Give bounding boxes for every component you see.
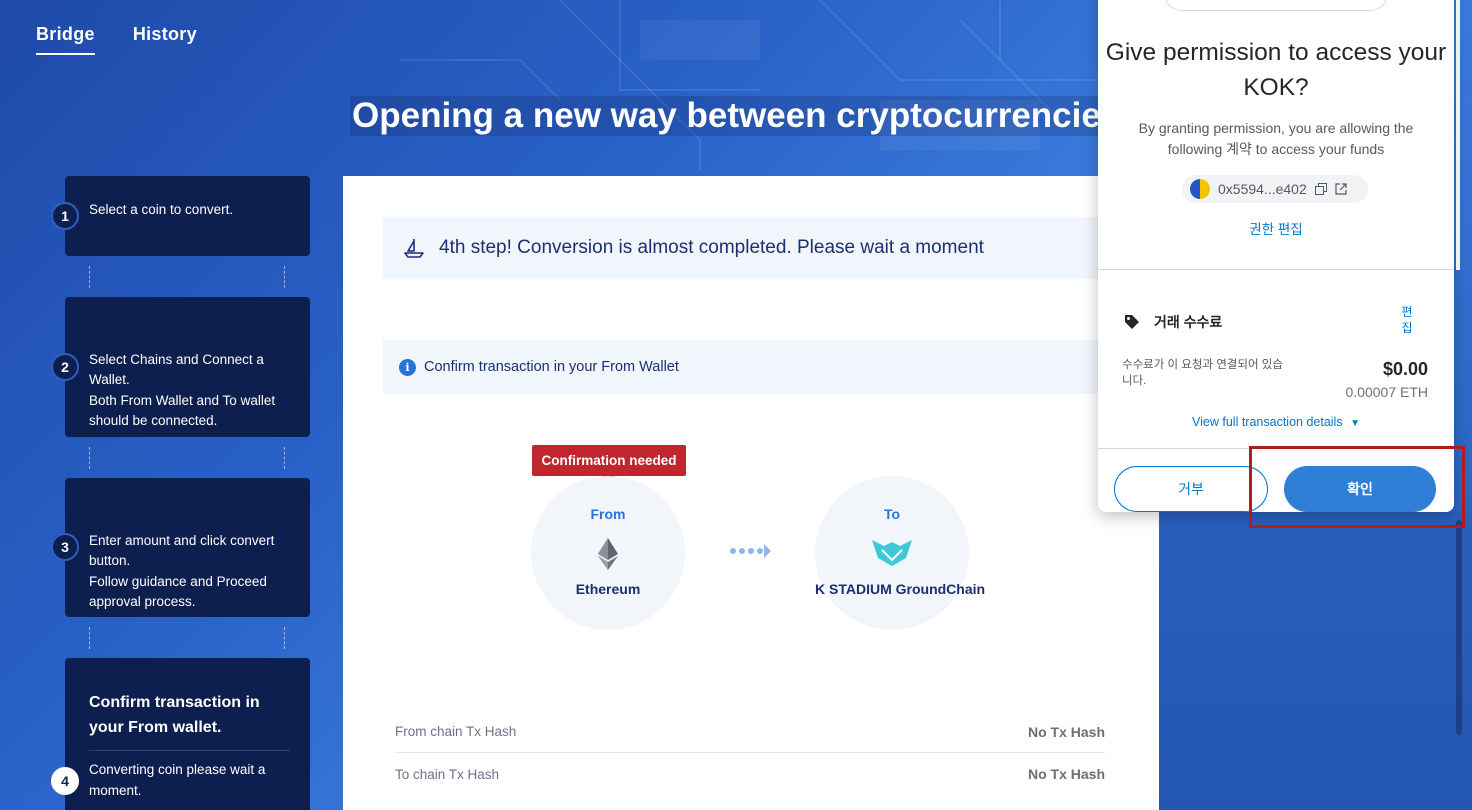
copy-icon[interactable] bbox=[1314, 183, 1327, 195]
from-label: From bbox=[590, 506, 626, 522]
edit-permission-link[interactable]: 권한 편집 bbox=[1098, 218, 1454, 238]
step-1-text: Select a coin to convert. bbox=[89, 202, 234, 217]
site-origin-pill bbox=[1164, 0, 1388, 11]
step-2-card: Select Chains and Connect a Wallet. Both… bbox=[65, 297, 310, 437]
step-3-number: 3 bbox=[51, 533, 79, 561]
step-4-card: Confirm transaction in your From wallet.… bbox=[65, 658, 310, 810]
step-connector bbox=[284, 627, 285, 649]
view-details-link[interactable]: View full transaction details ▼ bbox=[1098, 415, 1454, 429]
fee-description: 수수료가 이 요청과 연결되어 있습니다. bbox=[1122, 359, 1283, 387]
info-icon: i bbox=[399, 358, 416, 376]
chevron-down-icon: ▼ bbox=[1350, 418, 1360, 429]
page-scrollbar[interactable] bbox=[1456, 520, 1462, 735]
to-tx-hash-label: To chain Tx Hash bbox=[395, 766, 500, 782]
step-1-card: Select a coin to convert. bbox=[65, 176, 310, 256]
tag-icon bbox=[1125, 315, 1139, 329]
step-3-card: Enter amount and click convert button. F… bbox=[65, 478, 310, 617]
to-chain: To K STADIUM GroundChain bbox=[815, 476, 986, 630]
tab-history[interactable]: History bbox=[133, 24, 197, 55]
step-3-text: Enter amount and click convert button. F… bbox=[89, 532, 275, 610]
confirmation-needed-badge: Confirmation needed bbox=[532, 445, 686, 482]
from-tx-hash-row: From chain Tx Hash No Tx Hash bbox=[395, 711, 1105, 753]
wallet-permission-popup: Give permission to access your KOK? By g… bbox=[1098, 0, 1454, 512]
to-tx-hash-value: No Tx Hash bbox=[1027, 766, 1105, 782]
from-tx-hash-label: From chain Tx Hash bbox=[395, 724, 517, 739]
step-connector bbox=[89, 447, 90, 469]
fee-section-title: 거래 수수료 bbox=[1124, 312, 1222, 332]
view-details-text: View full transaction details bbox=[1192, 415, 1343, 429]
k-stadium-icon bbox=[872, 540, 912, 566]
to-chain-name: K STADIUM GroundChain bbox=[815, 581, 986, 597]
conversion-card: 4th step! Conversion is almost completed… bbox=[343, 176, 1159, 810]
step-4-number: 4 bbox=[51, 767, 79, 795]
top-nav: Bridge History bbox=[36, 24, 197, 55]
arrow-dots-icon bbox=[730, 544, 771, 558]
hero-title: Opening a new way between cryptocurrenci… bbox=[350, 96, 1133, 136]
ship-icon bbox=[404, 239, 424, 258]
ethereum-icon bbox=[598, 538, 618, 570]
step-4-title: Confirm transaction in your From wallet. bbox=[89, 690, 290, 751]
fee-edit-link[interactable]: 편집 bbox=[1397, 304, 1417, 336]
fee-eth-value: 0.00007 ETH bbox=[1345, 384, 1429, 400]
from-chain-name: Ethereum bbox=[575, 581, 641, 597]
to-tx-hash-row: To chain Tx Hash No Tx Hash bbox=[395, 753, 1105, 795]
background-panel bbox=[1159, 512, 1472, 810]
fee-title-text: 거래 수수료 bbox=[1154, 314, 1223, 330]
step-connector bbox=[89, 266, 90, 288]
popup-description: By granting permission, you are allowing… bbox=[1138, 120, 1414, 157]
to-label: To bbox=[883, 506, 901, 522]
step-connector bbox=[284, 447, 285, 469]
step-2-number: 2 bbox=[51, 353, 79, 381]
step-notice: 4th step! Conversion is almost completed… bbox=[383, 217, 1143, 279]
step-2-text: Select Chains and Connect a Wallet. Both… bbox=[89, 351, 276, 429]
contract-address: 0x5594...e402 bbox=[1218, 181, 1307, 197]
tab-bridge[interactable]: Bridge bbox=[36, 24, 95, 55]
token-avatar bbox=[1190, 179, 1210, 199]
reject-button[interactable]: 거부 bbox=[1114, 466, 1268, 512]
divider bbox=[1098, 269, 1454, 270]
confirm-highlight-box bbox=[1249, 446, 1465, 528]
step-connector bbox=[284, 266, 285, 288]
external-link-icon[interactable] bbox=[1335, 183, 1347, 195]
from-chain: From Ethereum bbox=[531, 476, 685, 630]
step-1-number: 1 bbox=[51, 202, 79, 230]
contract-address-pill: 0x5594...e402 bbox=[1182, 175, 1368, 203]
popup-scrollbar[interactable] bbox=[1456, 0, 1460, 270]
from-tx-hash-value: No Tx Hash bbox=[1027, 723, 1105, 740]
fee-usd-value: $0.00 bbox=[1382, 359, 1428, 379]
step-connector bbox=[89, 627, 90, 649]
info-text: Confirm transaction in your From Wallet bbox=[424, 359, 679, 375]
info-bar: i Confirm transaction in your From Walle… bbox=[383, 340, 1143, 394]
popup-title: Give permission to access your KOK? bbox=[1105, 39, 1447, 101]
notice-text: 4th step! Conversion is almost completed… bbox=[439, 237, 984, 258]
step-4-text: Converting coin please wait a moment. bbox=[89, 762, 266, 798]
